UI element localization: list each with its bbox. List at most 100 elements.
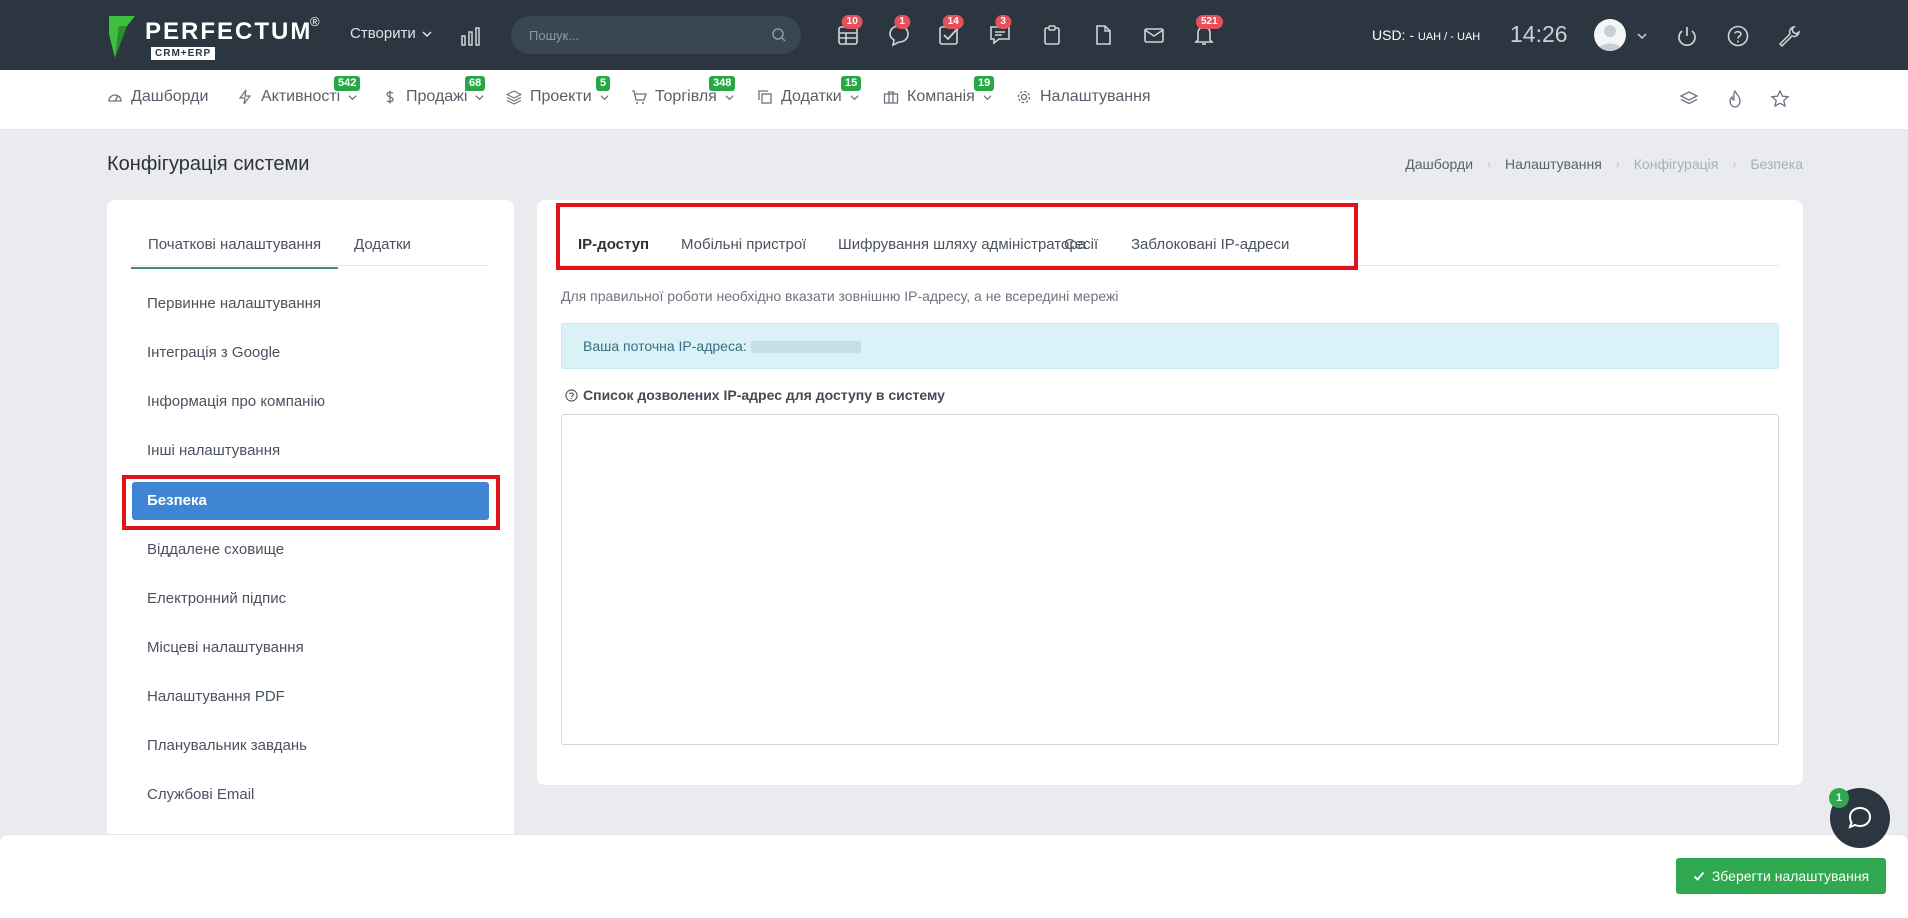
allowed-ips-label: Список дозволених IP-адрес для доступу в… xyxy=(565,387,945,403)
tab-addons[interactable]: Додатки xyxy=(354,236,411,253)
chevron-down-icon xyxy=(725,94,734,100)
nav-label-company: Компанія xyxy=(907,88,975,105)
sidebar-item-security[interactable]: Безпека xyxy=(132,482,489,520)
currency-unit-1: UAH / - xyxy=(1417,31,1458,43)
bar-chart-icon[interactable] xyxy=(459,24,483,48)
logo-subtitle: CRM+ERP xyxy=(151,47,216,60)
breadcrumb-settings[interactable]: Налаштування xyxy=(1505,156,1602,172)
cart-icon xyxy=(632,90,647,104)
tasks-button[interactable]: 14 xyxy=(936,15,964,48)
page-title: Конфігурація системи xyxy=(107,153,310,175)
nav-item-settings[interactable]: Налаштування xyxy=(1016,88,1151,106)
currency-label: USD: - xyxy=(1372,27,1418,43)
sidebar-item-initial-setup[interactable]: Первинне налаштування xyxy=(132,285,489,323)
sidebar-item-other-settings[interactable]: Інші налаштування xyxy=(132,432,489,470)
nav-badge-activities: 542 xyxy=(334,76,361,91)
save-settings-button[interactable]: Зберегти налаштування xyxy=(1676,858,1886,894)
layers-icon[interactable] xyxy=(1679,89,1699,109)
tab-mobile-devices[interactable]: Мобільні пристрої xyxy=(681,236,806,253)
top-bar: PERFECTUM ® CRM+ERP Створити 10 1 14 3 xyxy=(0,0,1908,70)
documents-button[interactable] xyxy=(1090,22,1116,48)
layers-icon xyxy=(506,90,522,105)
nav-badge-projects: 5 xyxy=(596,76,611,91)
breadcrumb: Дашборди › Налаштування › Конфігурація ›… xyxy=(1405,156,1803,172)
chevron-down-icon xyxy=(983,94,992,100)
search-input[interactable] xyxy=(529,16,759,54)
nav-item-trade[interactable]: Торгівля 348 xyxy=(631,76,736,106)
tab-initial-settings[interactable]: Початкові налаштування xyxy=(131,236,339,269)
user-avatar[interactable] xyxy=(1594,19,1626,51)
nav-label-addons: Додатки xyxy=(781,88,842,105)
nav-item-activities[interactable]: Активності 542 xyxy=(237,76,361,106)
chevron-down-icon xyxy=(475,94,484,100)
current-ip-alert: Ваша поточна IP-адреса: xyxy=(561,323,1779,369)
sidebar-tabs: Початкові налаштування Додатки xyxy=(131,222,489,269)
fire-icon[interactable] xyxy=(1725,89,1745,109)
mail-button[interactable] xyxy=(1141,22,1167,48)
current-ip-label: Ваша поточна IP-адреса: xyxy=(583,338,747,354)
logo-text: PERFECTUM xyxy=(145,18,313,45)
nav-item-addons[interactable]: Додатки 15 xyxy=(757,76,862,106)
currency-unit-2: UAH xyxy=(1457,31,1481,43)
clipboard-button[interactable] xyxy=(1039,22,1065,48)
nav-badge-trade: 348 xyxy=(709,76,736,91)
breadcrumb-separator: › xyxy=(1487,157,1492,171)
nav-label-trade: Торгівля xyxy=(655,88,717,105)
tables-button[interactable]: 10 xyxy=(835,15,863,48)
tables-badge: 10 xyxy=(841,15,863,29)
wrench-icon[interactable] xyxy=(1776,23,1802,49)
document-icon xyxy=(1096,25,1111,45)
nav-item-sales[interactable]: Продажі 68 xyxy=(382,76,486,106)
nav-item-company[interactable]: Компанія 19 xyxy=(883,76,995,106)
nav-label-dashboards: Дашборди xyxy=(131,88,209,105)
nav-label-sales: Продажі xyxy=(406,88,468,105)
security-settings-card: IP-доступ Мобільні пристрої Шифрування ш… xyxy=(537,200,1803,785)
dashboard-icon xyxy=(108,94,122,102)
tab-admin-path-encryption[interactable]: Шифрування шляху адміністратора xyxy=(838,236,1086,253)
create-dropdown-button[interactable]: Створити xyxy=(350,25,432,42)
star-icon[interactable] xyxy=(1770,89,1790,109)
current-ip-redacted xyxy=(750,341,861,354)
settings-sidebar-card: Початкові налаштування Додатки Первинне … xyxy=(107,200,514,840)
chat-button[interactable]: 1 xyxy=(886,15,912,48)
logo-registered-mark: ® xyxy=(310,14,320,29)
create-label: Створити xyxy=(350,25,416,42)
breadcrumb-configuration: Конфігурація xyxy=(1633,156,1719,172)
help-circle-icon[interactable] xyxy=(565,388,578,402)
nav-label-settings: Налаштування xyxy=(1040,88,1151,105)
clipboard-icon xyxy=(1044,25,1060,45)
tab-ip-access[interactable]: IP-доступ xyxy=(576,236,652,269)
search-icon[interactable] xyxy=(771,27,787,43)
allowed-ips-textarea[interactable] xyxy=(561,414,1779,745)
sidebar-item-e-signature[interactable]: Електронний підпис xyxy=(132,580,489,618)
tab-sessions[interactable]: Сесії xyxy=(1064,236,1098,253)
clock: 14:26 xyxy=(1510,21,1568,47)
sidebar-item-task-scheduler[interactable]: Планувальник завдань xyxy=(132,727,489,765)
sidebar-item-company-info[interactable]: Інформація про компанію xyxy=(132,383,489,421)
tab-blocked-ips[interactable]: Заблоковані IP-адреси xyxy=(1131,236,1289,253)
messages-button[interactable]: 3 xyxy=(987,15,1013,48)
nav-item-projects[interactable]: Проекти 5 xyxy=(506,76,611,106)
lightning-icon xyxy=(238,89,252,105)
breadcrumb-dashboards[interactable]: Дашборди xyxy=(1405,156,1473,172)
sidebar-item-remote-storage[interactable]: Віддалене сховище xyxy=(132,531,489,569)
chat-icon xyxy=(1848,806,1872,829)
app-logo[interactable]: PERFECTUM ® CRM+ERP xyxy=(107,14,327,62)
sidebar-item-local-settings[interactable]: Місцеві налаштування xyxy=(132,629,489,667)
sidebar-item-service-email[interactable]: Службові Email xyxy=(132,776,489,814)
chevron-down-icon[interactable] xyxy=(1636,30,1648,42)
notifications-badge: 521 xyxy=(1195,15,1223,29)
briefcase-icon xyxy=(883,91,899,104)
notifications-button[interactable]: 521 xyxy=(1191,15,1223,48)
sidebar-item-google-integration[interactable]: Інтеграція з Google xyxy=(132,334,489,372)
footer-bar xyxy=(0,834,1908,918)
check-icon xyxy=(1693,871,1705,881)
power-icon[interactable] xyxy=(1674,23,1700,49)
sidebar-item-pdf-settings[interactable]: Налаштування PDF xyxy=(132,678,489,716)
nav-item-dashboards[interactable]: Дашборди xyxy=(107,88,208,106)
nav-badge-addons: 15 xyxy=(841,76,862,91)
help-icon[interactable] xyxy=(1725,23,1751,49)
nav-badge-sales: 68 xyxy=(465,76,486,91)
chat-widget-badge: 1 xyxy=(1829,788,1849,808)
allowed-ips-label-text: Список дозволених IP-адрес для доступу в… xyxy=(583,387,945,403)
